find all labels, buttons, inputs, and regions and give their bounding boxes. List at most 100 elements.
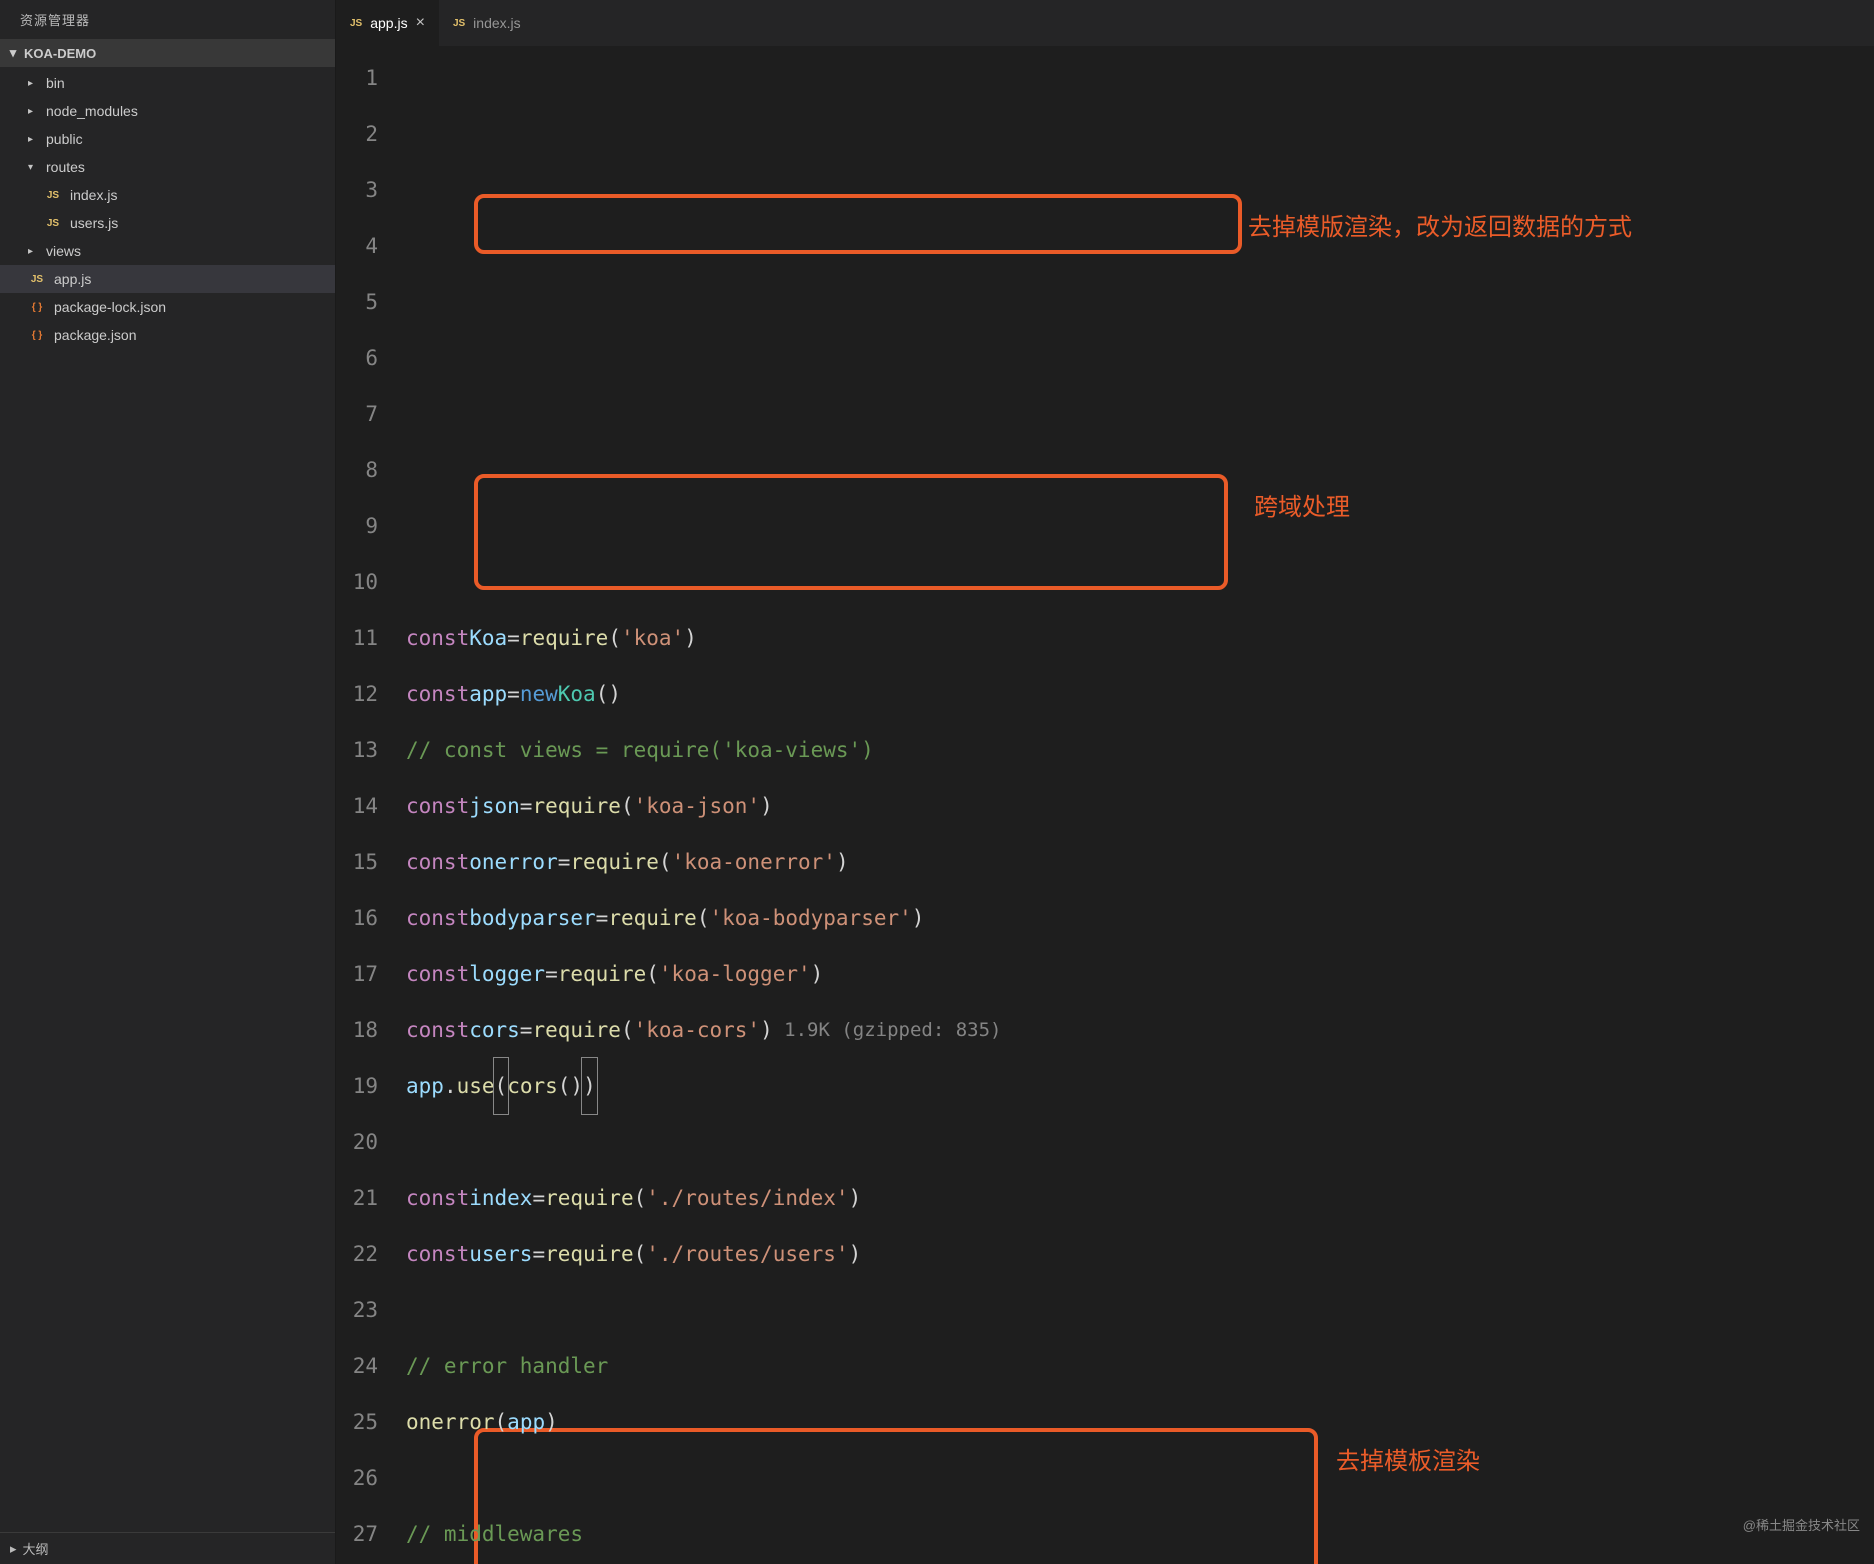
token-obj: app [507, 1394, 545, 1450]
token-str: './routes/users' [646, 1226, 848, 1282]
folder-node_modules[interactable]: ▸ node_modules [0, 97, 335, 125]
chevron-right-icon: ▸ [28, 134, 38, 145]
file-users.js[interactable]: JSusers.js [0, 209, 335, 237]
token-punc: ) [912, 890, 925, 946]
code-line[interactable]: const onerror = require('koa-onerror') [406, 834, 1874, 890]
line-number: 20 [336, 1114, 378, 1170]
token-size: 1.9K (gzipped: 835) [773, 1002, 1002, 1058]
token-var: onerror [469, 834, 558, 890]
code-content[interactable]: 去掉模版渲染，改为返回数据的方式 跨域处理 去掉模板渲染 @稀土掘金技术社区 c… [406, 46, 1874, 1564]
file-icon: JS [44, 190, 62, 201]
token-str: './routes/index' [646, 1170, 848, 1226]
code-line[interactable]: const index = require('./routes/index') [406, 1170, 1874, 1226]
line-number: 24 [336, 1338, 378, 1394]
file-package.json[interactable]: { }package.json [0, 321, 335, 349]
code-line[interactable]: const cors = require('koa-cors') 1.9K (g… [406, 1002, 1874, 1058]
code-line[interactable]: // error handler [406, 1338, 1874, 1394]
file-tree: ▸bin ▸ node_modules ▸ public ▾routes JS index.j… [0, 67, 335, 1532]
token-cls: Koa [558, 666, 596, 722]
token-fn: cors [507, 1058, 558, 1114]
code-line[interactable]: const Koa = require('koa') [406, 610, 1874, 666]
tree-item-label: views [46, 243, 81, 259]
tab-label: index.js [473, 15, 520, 31]
tree-item-label: package.json [54, 327, 137, 343]
token-var: index [469, 1170, 532, 1226]
code-line[interactable] [406, 1282, 1874, 1338]
token-kw: const [406, 778, 469, 834]
line-number: 2 [336, 106, 378, 162]
chevron-right-icon: ▸ [28, 106, 38, 117]
folder-bin[interactable]: ▸bin [0, 69, 335, 97]
token-var: Koa [469, 610, 507, 666]
code-line[interactable]: const bodyparser = require('koa-bodypars… [406, 890, 1874, 946]
folder-public[interactable]: ▸ public [0, 125, 335, 153]
code-line[interactable] [406, 1114, 1874, 1170]
code-line[interactable]: app.use(cors()) [406, 1058, 1874, 1114]
token-str: 'koa-json' [634, 778, 760, 834]
line-number: 13 [336, 722, 378, 778]
token-fn: require [520, 610, 609, 666]
token-com: // middlewares [406, 1506, 583, 1562]
token-var: json [469, 778, 520, 834]
line-number: 12 [336, 666, 378, 722]
token-eq: = [520, 1002, 533, 1058]
token-punc: . [444, 1058, 457, 1114]
file-index.js[interactable]: JS index.js [0, 181, 335, 209]
file-icon: { } [28, 302, 46, 313]
file-icon: JS [350, 18, 362, 29]
line-number: 9 [336, 498, 378, 554]
folder-views[interactable]: ▸ views [0, 237, 335, 265]
token-kw: const [406, 946, 469, 1002]
line-number: 26 [336, 1450, 378, 1506]
token-punc: ) [849, 1226, 862, 1282]
tree-item-label: routes [46, 159, 85, 175]
line-number: 23 [336, 1282, 378, 1338]
token-punc: ( [495, 1394, 508, 1450]
tab-index.js[interactable]: JSindex.js [439, 0, 535, 46]
line-number: 19 [336, 1058, 378, 1114]
tree-item-label: package-lock.json [54, 299, 166, 315]
token-fn: require [532, 778, 621, 834]
code-line[interactable]: const logger = require('koa-logger') [406, 946, 1874, 1002]
code-line[interactable]: // const views = require('koa-views') [406, 722, 1874, 778]
line-number: 21 [336, 1170, 378, 1226]
code-line[interactable]: // middlewares [406, 1506, 1874, 1562]
line-number: 10 [336, 554, 378, 610]
tree-item-label: node_modules [46, 103, 138, 119]
sidebar-title: 资源管理器 [0, 0, 335, 39]
file-package-lock.json[interactable]: { } package-lock.json [0, 293, 335, 321]
token-var: app [469, 666, 507, 722]
code-area[interactable]: 1234567891011121314151617181920212223242… [336, 46, 1874, 1564]
line-number: 22 [336, 1226, 378, 1282]
line-number: 15 [336, 834, 378, 890]
outline-label: 大纲 [23, 1539, 49, 1558]
file-app.js[interactable]: JSapp.js [0, 265, 335, 293]
line-number: 1 [336, 50, 378, 106]
outline-header[interactable]: ▸ 大纲 [0, 1532, 335, 1564]
tree-item-label: users.js [70, 215, 118, 231]
token-var: logger [469, 946, 545, 1002]
editor-area: JSapp.js×JSindex.js 12345678910111213141… [336, 0, 1874, 1564]
line-number: 27 [336, 1506, 378, 1562]
tree-item-label: index.js [70, 187, 117, 203]
line-number: 7 [336, 386, 378, 442]
project-header[interactable]: ▾ KOA-DEMO [0, 39, 335, 67]
tab-app.js[interactable]: JSapp.js× [336, 0, 439, 46]
chevron-right-icon: ▸ [28, 246, 38, 257]
token-punc: ( [621, 1002, 634, 1058]
tree-item-label: public [46, 131, 83, 147]
code-line[interactable] [406, 1450, 1874, 1506]
token-com: // const views = require('koa-views') [406, 722, 874, 778]
token-punc: ( [634, 1170, 647, 1226]
code-line[interactable]: onerror(app) [406, 1394, 1874, 1450]
token-kw: const [406, 666, 469, 722]
code-line[interactable]: const json = require('koa-json') [406, 778, 1874, 834]
token-eq: = [532, 1170, 545, 1226]
code-line[interactable]: const users = require('./routes/users') [406, 1226, 1874, 1282]
close-icon[interactable]: × [416, 14, 425, 32]
token-punc: ( [621, 778, 634, 834]
token-fn: require [545, 1226, 634, 1282]
code-line[interactable]: const app = new Koa() [406, 666, 1874, 722]
folder-routes[interactable]: ▾routes [0, 153, 335, 181]
annotation-text-1: 去掉模版渲染，改为返回数据的方式 [1248, 200, 1632, 256]
